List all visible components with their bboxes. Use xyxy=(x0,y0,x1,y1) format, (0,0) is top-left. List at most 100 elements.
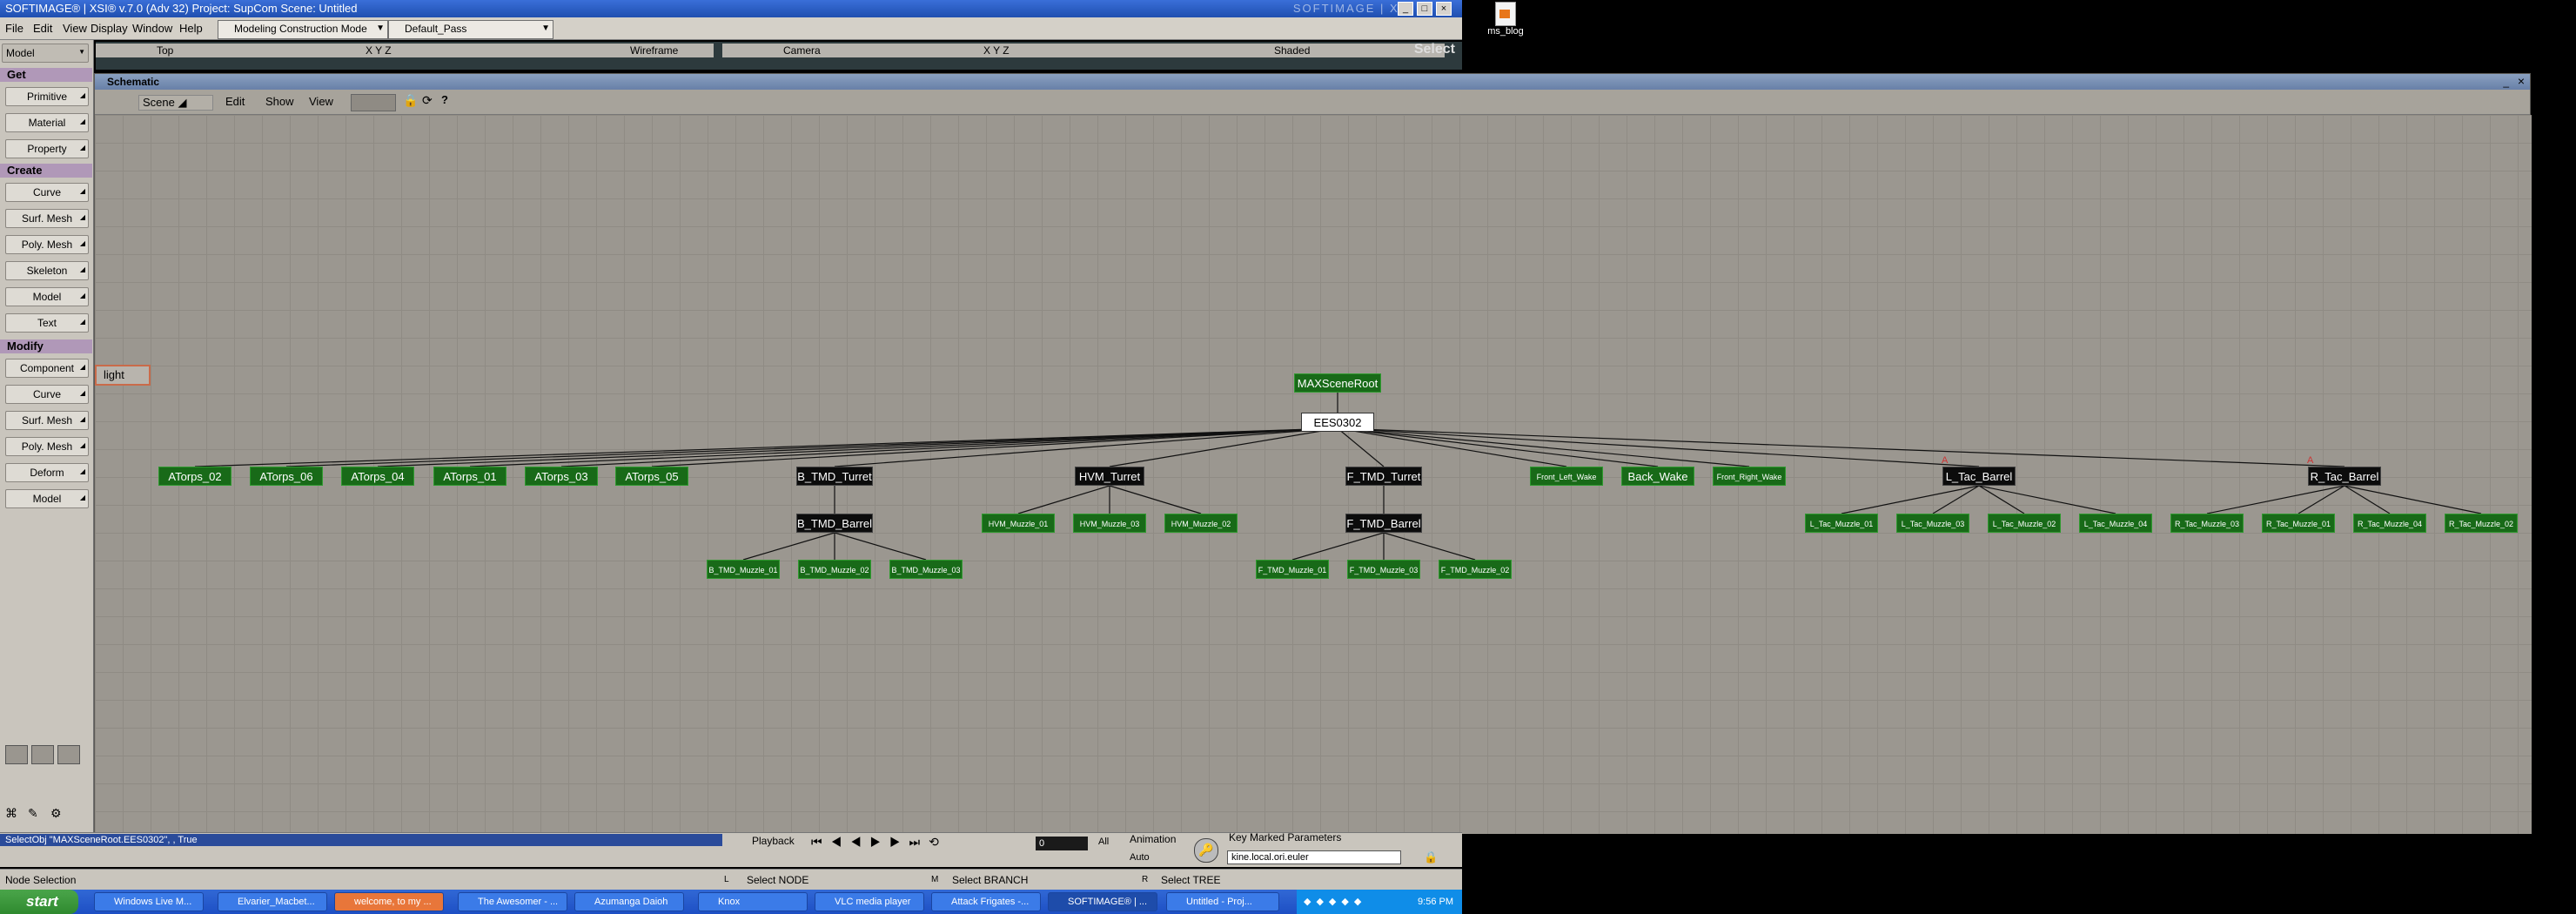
lock-icon[interactable]: 🔒 xyxy=(1424,850,1438,864)
node-ees0302[interactable]: EES0302 xyxy=(1301,413,1374,432)
node-f-tmd-muzzle-03[interactable]: F_TMD_Muzzle_03 xyxy=(1347,560,1420,579)
frame-field[interactable]: 0 xyxy=(1036,837,1088,850)
modify-curve-button[interactable]: Curve ◢ xyxy=(5,385,89,404)
category-modify[interactable]: Modify xyxy=(0,339,92,353)
node-b-tmd-turret[interactable]: B_TMD_Turret xyxy=(796,467,873,486)
brush-icon[interactable]: ✎ xyxy=(28,806,47,823)
construction-mode-select[interactable]: Modeling Construction Mode ▼ xyxy=(218,20,388,39)
node-f-tmd-muzzle-01[interactable]: F_TMD_Muzzle_01 xyxy=(1256,560,1329,579)
task-elvarier[interactable]: Elvarier_Macbet... xyxy=(218,892,327,911)
create-text-button[interactable]: Text ◢ xyxy=(5,313,89,333)
menu-display[interactable]: Display xyxy=(91,22,128,35)
node-atorps-02[interactable]: ATorps_02 xyxy=(158,467,231,486)
node-b-tmd-muzzle-01[interactable]: B_TMD_Muzzle_01 xyxy=(707,560,780,579)
node-hvm-muzzle-02[interactable]: HVM_Muzzle_02 xyxy=(1164,514,1238,533)
node-f-tmd-muzzle-02[interactable]: F_TMD_Muzzle_02 xyxy=(1439,560,1512,579)
maximize-button[interactable]: □ xyxy=(1417,2,1432,16)
select-panel-label[interactable]: Select xyxy=(1414,42,1455,57)
schematic-show-menu[interactable]: Show xyxy=(265,95,294,108)
menu-file[interactable]: File xyxy=(5,22,23,35)
schematic-canvas[interactable]: light A A MAXSceneRoot EES0302 ATorps_02… xyxy=(95,115,2532,834)
create-surf-mesh-button[interactable]: Surf. Mesh ◢ xyxy=(5,209,89,228)
node-front-right-wake[interactable]: Front_Right_Wake xyxy=(1713,467,1786,486)
playback-controls[interactable]: ⏮◀◀▶▶⏭⟲ xyxy=(811,835,1063,852)
node-r-tac-barrel[interactable]: R_Tac_Barrel xyxy=(2308,467,2381,486)
modify-model-button[interactable]: Model ◢ xyxy=(5,489,89,508)
menu-help[interactable]: Help xyxy=(179,22,203,35)
lock-icon[interactable]: 🔒 xyxy=(403,93,418,108)
node-f-tmd-turret[interactable]: F_TMD_Turret xyxy=(1345,467,1422,486)
pass-select[interactable]: Default_Pass ▼ xyxy=(388,20,553,39)
create-model-button[interactable]: Model ◢ xyxy=(5,287,89,306)
menu-window[interactable]: Window xyxy=(132,22,172,35)
node-atorps-03[interactable]: ATorps_03 xyxy=(525,467,598,486)
modify-surf-mesh-button[interactable]: Surf. Mesh ◢ xyxy=(5,411,89,430)
task-knox[interactable]: Knox xyxy=(698,892,808,911)
create-skeleton-button[interactable]: Skeleton ◢ xyxy=(5,261,89,280)
get-material-button[interactable]: Material ◢ xyxy=(5,113,89,132)
node-b-tmd-barrel[interactable]: B_TMD_Barrel xyxy=(796,514,873,533)
menu-edit[interactable]: Edit xyxy=(33,22,52,35)
auto-key-button[interactable]: Auto xyxy=(1130,852,1150,863)
node-b-tmd-muzzle-03[interactable]: B_TMD_Muzzle_03 xyxy=(889,560,963,579)
playback-label[interactable]: Playback xyxy=(752,835,795,847)
get-primitive-button[interactable]: Primitive ◢ xyxy=(5,87,89,106)
viewport-camera-xyz[interactable]: X Y Z xyxy=(983,44,1010,57)
node-hvm-muzzle-01[interactable]: HVM_Muzzle_01 xyxy=(982,514,1055,533)
node-l-tac-muzzle-01[interactable]: L_Tac_Muzzle_01 xyxy=(1805,514,1878,533)
modify-component-button[interactable]: Component ◢ xyxy=(5,359,89,378)
task-softimage[interactable]: SOFTIMAGE® | ... xyxy=(1048,892,1157,911)
task-azumanga[interactable]: Azumanga Daioh xyxy=(574,892,684,911)
node-hvm-turret[interactable]: HVM_Turret xyxy=(1075,467,1144,486)
viewport-top-xyz[interactable]: X Y Z xyxy=(366,44,392,57)
close-button[interactable]: × xyxy=(1436,2,1452,16)
node-r-tac-muzzle-04[interactable]: R_Tac_Muzzle_04 xyxy=(2353,514,2426,533)
help-icon[interactable]: ? xyxy=(441,93,448,106)
viewport-camera-display[interactable]: Shaded xyxy=(1274,44,1310,57)
layout-icon[interactable] xyxy=(57,745,80,764)
toolbar-mode-select[interactable]: Model ▼ xyxy=(2,44,89,63)
key-icon[interactable]: 🔑 xyxy=(1194,838,1218,863)
layout-icon[interactable] xyxy=(5,745,28,764)
schematic-scene-menu[interactable]: Scene ◢ xyxy=(138,95,213,111)
category-create[interactable]: Create xyxy=(0,164,92,178)
schematic-minimize-button[interactable]: _ xyxy=(2503,76,2509,88)
node-f-tmd-barrel[interactable]: F_TMD_Barrel xyxy=(1345,514,1422,533)
start-button[interactable]: start xyxy=(0,890,78,914)
node-maxsceneroot[interactable]: MAXSceneRoot xyxy=(1294,373,1381,393)
task-awesomer[interactable]: The Awesomer - ... xyxy=(458,892,567,911)
node-hvm-muzzle-03[interactable]: HVM_Muzzle_03 xyxy=(1073,514,1146,533)
modify-poly-mesh-button[interactable]: Poly. Mesh ◢ xyxy=(5,437,89,456)
node-atorps-04[interactable]: ATorps_04 xyxy=(341,467,414,486)
all-button[interactable]: All xyxy=(1098,837,1109,847)
node-front-left-wake[interactable]: Front_Left_Wake xyxy=(1530,467,1603,486)
snap-icon[interactable]: ⌘ xyxy=(5,806,24,823)
get-property-button[interactable]: Property ◢ xyxy=(5,139,89,158)
node-atorps-05[interactable]: ATorps_05 xyxy=(615,467,688,486)
node-atorps-01[interactable]: ATorps_01 xyxy=(433,467,506,486)
create-poly-mesh-button[interactable]: Poly. Mesh ◢ xyxy=(5,235,89,254)
task-windows-live[interactable]: Windows Live M... xyxy=(94,892,204,911)
task-welcome[interactable]: welcome, to my ... xyxy=(334,892,444,911)
command-line[interactable]: SelectObj "MAXSceneRoot.EES0302", , True xyxy=(0,834,722,846)
minimize-button[interactable]: _ xyxy=(1398,2,1413,16)
desktop-icon-ms-blog[interactable]: ms_blog xyxy=(1479,2,1532,49)
refresh-icon[interactable]: ⟳ xyxy=(422,93,433,108)
viewport-top-display[interactable]: Wireframe xyxy=(630,44,678,57)
node-l-tac-barrel[interactable]: L_Tac_Barrel xyxy=(1942,467,2016,486)
task-vlc[interactable]: VLC media player xyxy=(815,892,924,911)
node-l-tac-muzzle-03[interactable]: L_Tac_Muzzle_03 xyxy=(1896,514,1969,533)
node-l-tac-muzzle-04[interactable]: L_Tac_Muzzle_04 xyxy=(2079,514,2152,533)
viewport-camera-view-label[interactable]: Camera xyxy=(783,44,821,57)
node-r-tac-muzzle-02[interactable]: R_Tac_Muzzle_02 xyxy=(2445,514,2518,533)
task-untitled[interactable]: Untitled - Proj... xyxy=(1166,892,1279,911)
node-atorps-06[interactable]: ATorps_06 xyxy=(250,467,323,486)
layout-buttons[interactable] xyxy=(351,94,396,111)
node-b-tmd-muzzle-02[interactable]: B_TMD_Muzzle_02 xyxy=(798,560,871,579)
layout-icon[interactable] xyxy=(31,745,54,764)
tray-icons[interactable]: ◆◆◆◆◆ xyxy=(1304,890,1366,914)
node-r-tac-muzzle-03[interactable]: R_Tac_Muzzle_03 xyxy=(2170,514,2244,533)
node-back-wake[interactable]: Back_Wake xyxy=(1621,467,1694,486)
clock[interactable]: 9:56 PM xyxy=(1418,890,1453,914)
category-get[interactable]: Get xyxy=(0,68,92,82)
